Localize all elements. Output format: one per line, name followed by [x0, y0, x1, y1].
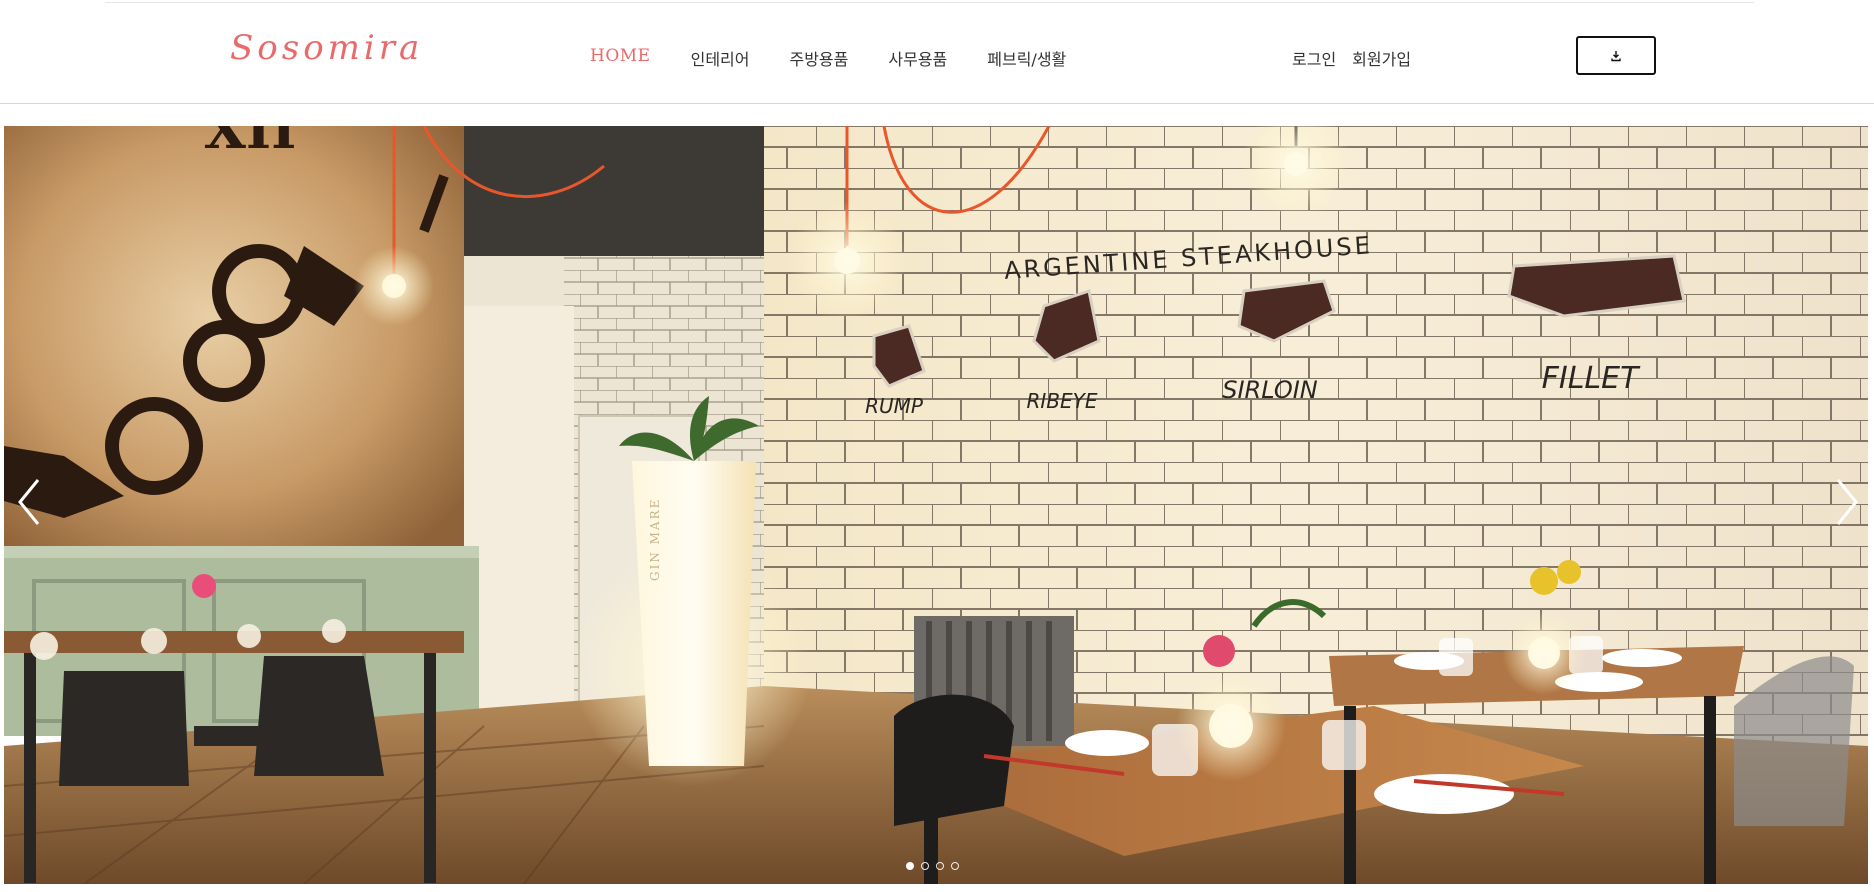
nav-item-home[interactable]: HOME [590, 46, 651, 70]
carousel-dot-1[interactable] [906, 862, 914, 870]
site-header: Sosomira HOME 인테리어 주방용품 사무용품 페브릭/생활 로그인 … [0, 6, 1874, 104]
nav-item-kitchen[interactable]: 주방용품 [789, 46, 848, 70]
chevron-right-icon [1836, 479, 1858, 525]
svg-text:XII: XII [204, 126, 296, 161]
download-icon [1611, 50, 1621, 61]
svg-text:FILLET: FILLET [1542, 361, 1641, 396]
nav-item-fabric-living[interactable]: 페브릭/생활 [987, 46, 1066, 70]
carousel-dot-2[interactable] [921, 862, 929, 870]
top-divider [105, 2, 1754, 3]
chevron-left-icon [18, 479, 40, 525]
user-navigation: 로그인 회원가입 [1292, 46, 1411, 70]
svg-text:RIBEYE: RIBEYE [1026, 389, 1097, 413]
carousel-dot-3[interactable] [936, 862, 944, 870]
carousel-prev-button[interactable] [10, 472, 50, 532]
carousel-next-button[interactable] [1826, 472, 1866, 532]
nav-item-office[interactable]: 사무용품 [888, 46, 947, 70]
hero-carousel: XII ARGENTINE STEAKHOUSE RUMP RIBEYE SIR… [4, 126, 1868, 884]
svg-text:RUMP: RUMP [865, 394, 924, 418]
svg-text:SIRLOIN: SIRLOIN [1222, 376, 1318, 404]
svg-text:GIN MARE: GIN MARE [648, 498, 662, 581]
hero-slide-image: XII ARGENTINE STEAKHOUSE RUMP RIBEYE SIR… [4, 126, 1868, 884]
nav-item-interior[interactable]: 인테리어 [691, 46, 750, 70]
carousel-dot-4[interactable] [951, 862, 959, 870]
download-button[interactable] [1576, 36, 1656, 75]
carousel-indicators [906, 862, 959, 870]
main-navigation: HOME 인테리어 주방용품 사무용품 페브릭/생활 [590, 46, 1066, 70]
login-link[interactable]: 로그인 [1292, 46, 1336, 70]
brand-logo[interactable]: Sosomira [230, 28, 423, 68]
signup-link[interactable]: 회원가입 [1352, 46, 1411, 70]
